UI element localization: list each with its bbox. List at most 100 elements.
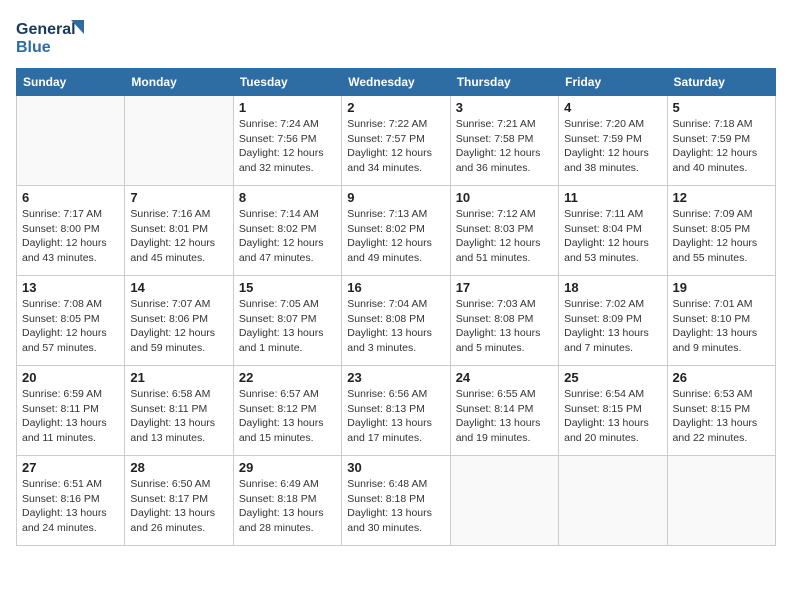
day-detail: Sunrise: 7:21 AMSunset: 7:58 PMDaylight:… xyxy=(456,117,553,176)
day-number: 21 xyxy=(130,370,227,385)
day-cell-2: 2 Sunrise: 7:22 AMSunset: 7:57 PMDaylight… xyxy=(342,96,450,186)
calendar-week-1: 1 Sunrise: 7:24 AMSunset: 7:56 PMDaylight… xyxy=(17,96,776,186)
day-cell-14: 14 Sunrise: 7:07 AMSunset: 8:06 PMDayligh… xyxy=(125,276,233,366)
day-number: 17 xyxy=(456,280,553,295)
day-number: 12 xyxy=(673,190,770,205)
day-cell-21: 21 Sunrise: 6:58 AMSunset: 8:11 PMDayligh… xyxy=(125,366,233,456)
day-number: 19 xyxy=(673,280,770,295)
day-detail: Sunrise: 6:57 AMSunset: 8:12 PMDaylight:… xyxy=(239,387,336,446)
col-header-sunday: Sunday xyxy=(17,69,125,96)
logo-svg: GeneralBlue xyxy=(16,16,86,58)
day-cell-13: 13 Sunrise: 7:08 AMSunset: 8:05 PMDayligh… xyxy=(17,276,125,366)
day-number: 22 xyxy=(239,370,336,385)
day-cell-18: 18 Sunrise: 7:02 AMSunset: 8:09 PMDayligh… xyxy=(559,276,667,366)
day-detail: Sunrise: 7:13 AMSunset: 8:02 PMDaylight:… xyxy=(347,207,444,266)
day-number: 11 xyxy=(564,190,661,205)
day-detail: Sunrise: 6:58 AMSunset: 8:11 PMDaylight:… xyxy=(130,387,227,446)
day-cell-7: 7 Sunrise: 7:16 AMSunset: 8:01 PMDaylight… xyxy=(125,186,233,276)
day-detail: Sunrise: 7:17 AMSunset: 8:00 PMDaylight:… xyxy=(22,207,119,266)
day-detail: Sunrise: 7:22 AMSunset: 7:57 PMDaylight:… xyxy=(347,117,444,176)
day-number: 30 xyxy=(347,460,444,475)
day-cell-3: 3Sunrise: 7:21 AMSunset: 7:58 PMDaylight… xyxy=(450,96,558,186)
day-cell-22: 22 Sunrise: 6:57 AMSunset: 8:12 PMDayligh… xyxy=(233,366,341,456)
day-detail: Sunrise: 7:14 AMSunset: 8:02 PMDaylight:… xyxy=(239,207,336,266)
day-detail: Sunrise: 7:03 AMSunset: 8:08 PMDaylight:… xyxy=(456,297,553,356)
day-number: 1 xyxy=(239,100,336,115)
col-header-wednesday: Wednesday xyxy=(342,69,450,96)
page-header: GeneralBlue xyxy=(16,16,776,58)
day-number: 9 xyxy=(347,190,444,205)
day-number: 14 xyxy=(130,280,227,295)
day-detail: Sunrise: 7:16 AMSunset: 8:01 PMDaylight:… xyxy=(130,207,227,266)
day-detail: Sunrise: 7:24 AMSunset: 7:56 PMDaylight:… xyxy=(239,117,336,176)
day-number: 8 xyxy=(239,190,336,205)
day-detail: Sunrise: 6:49 AMSunset: 8:18 PMDaylight:… xyxy=(239,477,336,536)
day-cell-12: 12 Sunrise: 7:09 AMSunset: 8:05 PMDayligh… xyxy=(667,186,775,276)
col-header-thursday: Thursday xyxy=(450,69,558,96)
svg-text:Blue: Blue xyxy=(16,39,51,56)
day-detail: Sunrise: 7:08 AMSunset: 8:05 PMDaylight:… xyxy=(22,297,119,356)
day-number: 7 xyxy=(130,190,227,205)
day-cell-4: 4Sunrise: 7:20 AMSunset: 7:59 PMDaylight… xyxy=(559,96,667,186)
day-number: 27 xyxy=(22,460,119,475)
day-number: 18 xyxy=(564,280,661,295)
empty-cell xyxy=(667,456,775,546)
svg-text:General: General xyxy=(16,21,76,38)
day-detail: Sunrise: 6:59 AMSunset: 8:11 PMDaylight:… xyxy=(22,387,119,446)
calendar-week-5: 27 Sunrise: 6:51 AMSunset: 8:16 PMDayligh… xyxy=(17,456,776,546)
calendar-week-2: 6 Sunrise: 7:17 AMSunset: 8:00 PMDaylight… xyxy=(17,186,776,276)
day-cell-6: 6 Sunrise: 7:17 AMSunset: 8:00 PMDaylight… xyxy=(17,186,125,276)
day-number: 5 xyxy=(673,100,770,115)
day-cell-25: 25Sunrise: 6:54 AMSunset: 8:15 PMDayligh… xyxy=(559,366,667,456)
calendar-week-3: 13 Sunrise: 7:08 AMSunset: 8:05 PMDayligh… xyxy=(17,276,776,366)
col-header-friday: Friday xyxy=(559,69,667,96)
day-cell-28: 28 Sunrise: 6:50 AMSunset: 8:17 PMDayligh… xyxy=(125,456,233,546)
col-header-monday: Monday xyxy=(125,69,233,96)
day-cell-20: 20 Sunrise: 6:59 AMSunset: 8:11 PMDayligh… xyxy=(17,366,125,456)
day-cell-9: 9 Sunrise: 7:13 AMSunset: 8:02 PMDaylight… xyxy=(342,186,450,276)
day-number: 10 xyxy=(456,190,553,205)
day-number: 16 xyxy=(347,280,444,295)
day-detail: Sunrise: 6:48 AMSunset: 8:18 PMDaylight:… xyxy=(347,477,444,536)
day-number: 29 xyxy=(239,460,336,475)
day-number: 6 xyxy=(22,190,119,205)
day-detail: Sunrise: 6:54 AMSunset: 8:15 PMDaylight:… xyxy=(564,387,661,446)
day-cell-23: 23 Sunrise: 6:56 AMSunset: 8:13 PMDayligh… xyxy=(342,366,450,456)
day-detail: Sunrise: 6:53 AMSunset: 8:15 PMDaylight:… xyxy=(673,387,770,446)
logo: GeneralBlue xyxy=(16,16,86,58)
day-cell-27: 27 Sunrise: 6:51 AMSunset: 8:16 PMDayligh… xyxy=(17,456,125,546)
day-number: 13 xyxy=(22,280,119,295)
empty-cell xyxy=(125,96,233,186)
day-cell-29: 29 Sunrise: 6:49 AMSunset: 8:18 PMDayligh… xyxy=(233,456,341,546)
day-number: 23 xyxy=(347,370,444,385)
day-detail: Sunrise: 7:18 AMSunset: 7:59 PMDaylight:… xyxy=(673,117,770,176)
day-cell-16: 16 Sunrise: 7:04 AMSunset: 8:08 PMDayligh… xyxy=(342,276,450,366)
empty-cell xyxy=(17,96,125,186)
day-detail: Sunrise: 6:50 AMSunset: 8:17 PMDaylight:… xyxy=(130,477,227,536)
day-number: 28 xyxy=(130,460,227,475)
day-detail: Sunrise: 7:07 AMSunset: 8:06 PMDaylight:… xyxy=(130,297,227,356)
day-cell-1: 1 Sunrise: 7:24 AMSunset: 7:56 PMDaylight… xyxy=(233,96,341,186)
day-cell-5: 5 Sunrise: 7:18 AMSunset: 7:59 PMDaylight… xyxy=(667,96,775,186)
day-detail: Sunrise: 6:55 AMSunset: 8:14 PMDaylight:… xyxy=(456,387,553,446)
day-cell-24: 24 Sunrise: 6:55 AMSunset: 8:14 PMDayligh… xyxy=(450,366,558,456)
day-detail: Sunrise: 7:12 AMSunset: 8:03 PMDaylight:… xyxy=(456,207,553,266)
day-cell-19: 19Sunrise: 7:01 AMSunset: 8:10 PMDayligh… xyxy=(667,276,775,366)
day-detail: Sunrise: 7:02 AMSunset: 8:09 PMDaylight:… xyxy=(564,297,661,356)
day-cell-26: 26 Sunrise: 6:53 AMSunset: 8:15 PMDayligh… xyxy=(667,366,775,456)
day-cell-30: 30 Sunrise: 6:48 AMSunset: 8:18 PMDayligh… xyxy=(342,456,450,546)
day-number: 2 xyxy=(347,100,444,115)
day-detail: Sunrise: 7:04 AMSunset: 8:08 PMDaylight:… xyxy=(347,297,444,356)
day-cell-15: 15Sunrise: 7:05 AMSunset: 8:07 PMDayligh… xyxy=(233,276,341,366)
empty-cell xyxy=(559,456,667,546)
day-detail: Sunrise: 6:51 AMSunset: 8:16 PMDaylight:… xyxy=(22,477,119,536)
day-number: 24 xyxy=(456,370,553,385)
day-detail: Sunrise: 7:05 AMSunset: 8:07 PMDaylight:… xyxy=(239,297,336,356)
day-number: 26 xyxy=(673,370,770,385)
day-cell-8: 8 Sunrise: 7:14 AMSunset: 8:02 PMDaylight… xyxy=(233,186,341,276)
day-detail: Sunrise: 7:09 AMSunset: 8:05 PMDaylight:… xyxy=(673,207,770,266)
calendar-header-row: SundayMondayTuesdayWednesdayThursdayFrid… xyxy=(17,69,776,96)
day-detail: Sunrise: 6:56 AMSunset: 8:13 PMDaylight:… xyxy=(347,387,444,446)
calendar-week-4: 20 Sunrise: 6:59 AMSunset: 8:11 PMDayligh… xyxy=(17,366,776,456)
day-number: 20 xyxy=(22,370,119,385)
